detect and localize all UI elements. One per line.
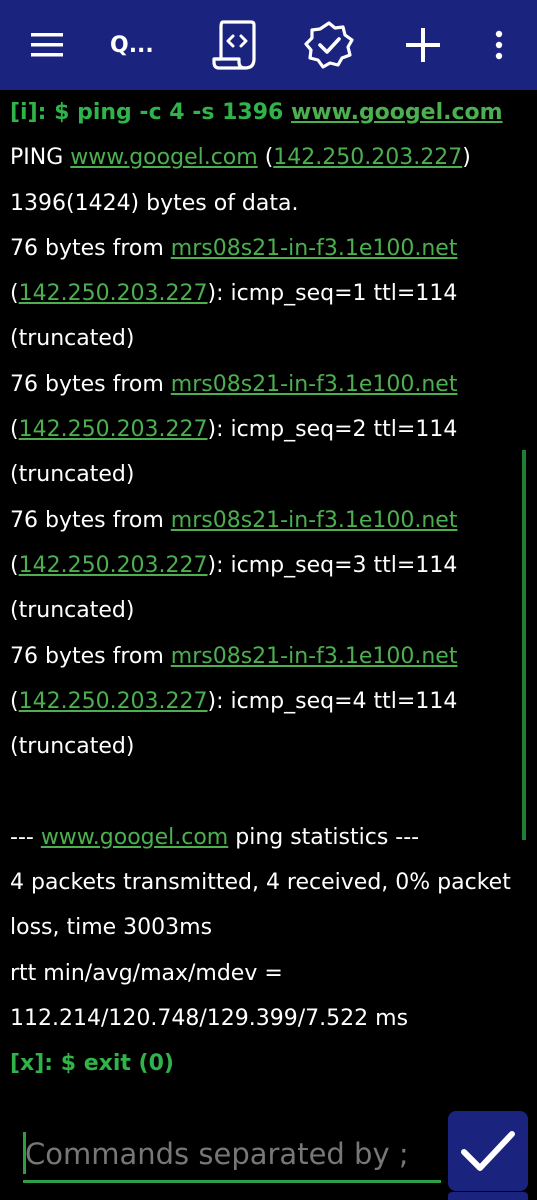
reply-detail-line: (142.250.203.227): icmp_seq=1 ttl=114 <box>10 271 520 316</box>
reply-seq-text: ): icmp_seq=4 ttl=114 <box>207 688 458 714</box>
reply-from-line: 76 bytes from mrs08s21-in-f3.1e100.net <box>10 362 520 407</box>
reply-from-line: 76 bytes from mrs08s21-in-f3.1e100.net <box>10 226 520 271</box>
command-input-wrap <box>23 1128 441 1183</box>
verify-button[interactable] <box>300 0 358 90</box>
checkmark-icon <box>461 1131 515 1171</box>
reply-seq-text: ): icmp_seq=1 ttl=114 <box>207 281 458 307</box>
reply-from-text: 76 bytes from <box>10 371 171 397</box>
bytes-line: 1396(1424) bytes of data. <box>10 190 299 216</box>
reply-detail-line: (142.250.203.227): icmp_seq=4 ttl=114 <box>10 679 520 724</box>
paren-open: ( <box>257 145 274 171</box>
add-button[interactable] <box>400 0 446 90</box>
menu-button[interactable] <box>20 0 74 90</box>
secondary-button-edge <box>448 1192 528 1200</box>
rtt-values-line: 112.214/120.748/129.399/7.522 ms <box>10 1005 409 1031</box>
reply-ip-link[interactable]: 142.250.203.227 <box>19 689 208 714</box>
reply-host-link[interactable]: mrs08s21-in-f3.1e100.net <box>171 372 458 397</box>
paren-open: ( <box>10 417 19 443</box>
script-icon <box>212 20 256 70</box>
ping-ip-link[interactable]: 142.250.203.227 <box>273 145 462 170</box>
reply-note-line: (truncated) <box>10 598 135 624</box>
command-host-link[interactable]: www.googel.com <box>291 100 503 125</box>
toolbar-title[interactable]: Q... <box>110 0 180 90</box>
reply-host-link[interactable]: mrs08s21-in-f3.1e100.net <box>171 644 458 669</box>
reply-detail-line: (142.250.203.227): icmp_seq=2 ttl=114 <box>10 407 520 452</box>
console-scrollbar[interactable] <box>522 450 526 840</box>
script-button[interactable] <box>206 0 262 90</box>
top-toolbar: Q... <box>0 0 537 90</box>
reply-seq-text: ): icmp_seq=3 ttl=114 <box>207 552 458 578</box>
paren-open: ( <box>10 281 19 307</box>
verified-badge-icon <box>304 21 354 69</box>
reply-host-link[interactable]: mrs08s21-in-f3.1e100.net <box>171 236 458 261</box>
console-output: [i]: $ ping -c 4 -s 1396 www.googel.com … <box>10 90 520 1087</box>
reply-note-line: (truncated) <box>10 326 135 352</box>
stats-prefix: --- <box>10 824 41 850</box>
reply-host-link[interactable]: mrs08s21-in-f3.1e100.net <box>171 508 458 533</box>
run-button[interactable] <box>448 1111 528 1191</box>
ping-label: PING <box>10 145 71 171</box>
command-line: [i]: $ ping -c 4 -s 1396 www.googel.com <box>10 90 520 135</box>
reply-from-text: 76 bytes from <box>10 235 171 261</box>
ping-header-line: PING www.googel.com (142.250.203.227) <box>10 135 520 180</box>
reply-block: 76 bytes from mrs08s21-in-f3.1e100.net (… <box>10 362 520 498</box>
reply-ip-link[interactable]: 142.250.203.227 <box>19 417 208 442</box>
stats-suffix: ping statistics --- <box>228 824 420 850</box>
reply-block: 76 bytes from mrs08s21-in-f3.1e100.net (… <box>10 226 520 362</box>
reply-from-line: 76 bytes from mrs08s21-in-f3.1e100.net <box>10 498 520 543</box>
paren-open: ( <box>10 688 19 714</box>
command-text: [i]: $ ping -c 4 -s 1396 <box>10 100 292 125</box>
menu-icon <box>31 33 63 57</box>
reply-ip-link[interactable]: 142.250.203.227 <box>19 553 208 578</box>
packets-line-cont: loss, time 3003ms <box>10 915 213 941</box>
text-caret <box>23 1132 26 1174</box>
app-title: Q... <box>110 32 154 58</box>
reply-from-text: 76 bytes from <box>10 643 171 669</box>
reply-block: 76 bytes from mrs08s21-in-f3.1e100.net (… <box>10 634 520 770</box>
reply-note-line: (truncated) <box>10 462 135 488</box>
paren-open: ( <box>10 552 19 578</box>
ping-host-link[interactable]: www.googel.com <box>70 145 257 170</box>
more-options-button[interactable] <box>484 0 514 90</box>
rtt-line: rtt min/avg/max/mdev = <box>10 960 283 986</box>
command-input[interactable] <box>23 1128 441 1180</box>
stats-header-line: --- www.googel.com ping statistics --- <box>10 815 520 860</box>
reply-ip-link[interactable]: 142.250.203.227 <box>19 281 208 306</box>
add-icon <box>406 28 440 62</box>
packets-line: 4 packets transmitted, 4 received, 0% pa… <box>10 870 511 896</box>
more-vert-icon <box>495 30 503 60</box>
reply-seq-text: ): icmp_seq=2 ttl=114 <box>207 417 458 443</box>
reply-from-line: 76 bytes from mrs08s21-in-f3.1e100.net <box>10 634 520 679</box>
reply-note-line: (truncated) <box>10 734 135 760</box>
paren-close: ) <box>462 145 471 171</box>
exit-line: [x]: $ exit (0) <box>10 1051 174 1077</box>
stats-host-link[interactable]: www.googel.com <box>41 825 228 850</box>
reply-detail-line: (142.250.203.227): icmp_seq=3 ttl=114 <box>10 543 520 588</box>
reply-block: 76 bytes from mrs08s21-in-f3.1e100.net (… <box>10 498 520 634</box>
reply-from-text: 76 bytes from <box>10 507 171 533</box>
